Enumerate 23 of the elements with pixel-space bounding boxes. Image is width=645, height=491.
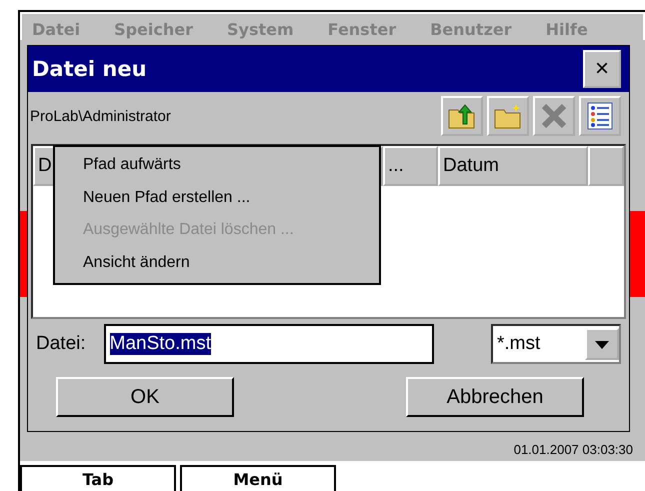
bottom-tab[interactable]: Menü: [180, 465, 336, 491]
path-label: ProLab\Administrator: [30, 108, 171, 124]
dialog-title: Datei neu: [32, 57, 147, 81]
status-datetime: 01.01.2007 03:03:30: [514, 442, 633, 457]
close-button[interactable]: ×: [583, 50, 621, 88]
context-menu-item[interactable]: Pfad aufwärts: [83, 156, 379, 174]
details-view-icon: [587, 102, 613, 130]
file-name-field[interactable]: ManSto.mst: [104, 324, 434, 364]
new-folder-icon: [493, 102, 523, 130]
toolbar-button[interactable]: [441, 96, 483, 136]
context-menu-item[interactable]: Ansicht ändern: [83, 254, 379, 272]
delete-icon: [541, 103, 567, 129]
context-menu-item[interactable]: Neuen Pfad erstellen ...: [83, 188, 379, 207]
bottom-tab[interactable]: Tab: [20, 465, 176, 491]
column-header[interactable]: Datum: [438, 146, 588, 186]
column-header[interactable]: ...: [383, 146, 438, 186]
folder-up-icon: [447, 102, 477, 130]
toolbar-button[interactable]: [487, 96, 529, 136]
dialog-button[interactable]: OK: [56, 377, 234, 417]
toolbar-button[interactable]: [579, 96, 621, 136]
filter-dropdown[interactable]: *.mst: [491, 324, 621, 364]
file-label: Datei:: [36, 333, 86, 355]
dialog-button[interactable]: Abbrechen: [406, 377, 584, 417]
